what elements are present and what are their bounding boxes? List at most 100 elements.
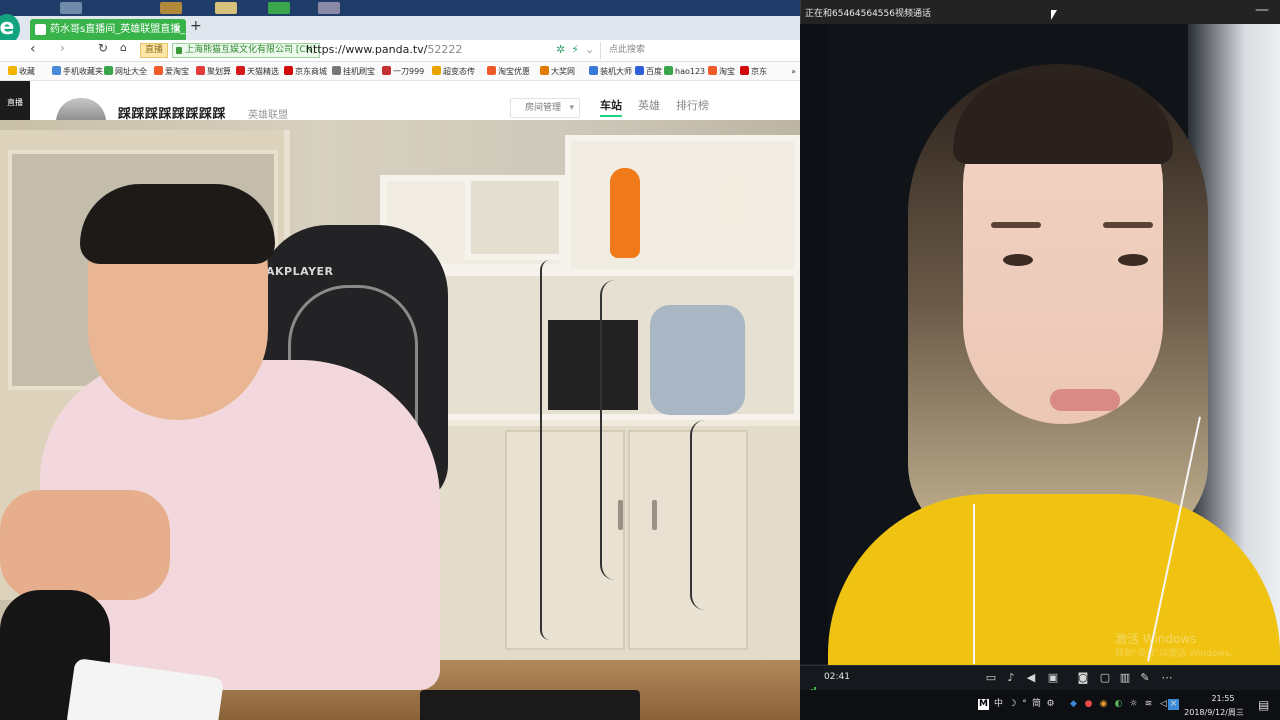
- toy-figure: [610, 168, 640, 258]
- bookmark-item[interactable]: 手机收藏夹: [52, 62, 103, 80]
- ime-punct-icon[interactable]: °: [1019, 699, 1030, 710]
- bookmark-icon: [8, 66, 17, 75]
- ime-chinese-icon[interactable]: 中: [993, 699, 1004, 710]
- minimize-button[interactable]: —: [1255, 2, 1269, 18]
- tray-app-icon[interactable]: ◆: [1068, 699, 1079, 710]
- lightning-icon[interactable]: ⚡: [571, 43, 579, 56]
- stream-video[interactable]: AKPLAYER: [0, 120, 800, 720]
- bookmark-icon: [432, 66, 441, 75]
- dropdown-icon[interactable]: ⌄: [585, 43, 594, 56]
- forward-button[interactable]: ›: [60, 41, 65, 55]
- ime-simplified-icon[interactable]: 简: [1031, 699, 1042, 710]
- tray-app-icon[interactable]: ◉: [1098, 699, 1109, 710]
- call-controls: 02:41 ▭ ♪ ◀ ▣ ◙ ▢ ▥ ✎ ⋯: [800, 665, 1280, 694]
- bookmark-icon: [487, 66, 496, 75]
- bookmark-icon: [104, 66, 113, 75]
- ime-m-icon[interactable]: M: [978, 699, 989, 710]
- bookmark-item[interactable]: 淘宝: [708, 62, 735, 80]
- room-manage-dropdown[interactable]: 房间管理: [510, 98, 580, 118]
- bookmark-item[interactable]: hao123: [664, 62, 705, 80]
- microphone-icon[interactable]: ♪: [1004, 671, 1018, 684]
- close-tab-icon[interactable]: ×: [172, 19, 182, 40]
- eye: [1118, 254, 1148, 266]
- bookmark-item[interactable]: 淘宝优惠: [487, 62, 530, 80]
- bookmark-item[interactable]: 百度: [635, 62, 662, 80]
- tab-ranking[interactable]: 排行榜: [676, 97, 709, 113]
- layout-icon[interactable]: ▥: [1118, 671, 1132, 684]
- avatar[interactable]: [56, 98, 106, 122]
- bookmark-label: 一刀999: [393, 67, 425, 76]
- ime-moon-icon[interactable]: ☽: [1007, 699, 1018, 710]
- call-titlebar[interactable]: 正在和65464564556视频通话 —: [800, 0, 1280, 24]
- remote-video[interactable]: 激活 Windows 转到"设置"以激活 Windows。: [828, 24, 1280, 665]
- bookmark-label: 京东: [751, 67, 767, 76]
- bookmark-label: 天猫精选: [247, 67, 279, 76]
- tab-title: 药水哥s直播间_英雄联盟直播_le: [50, 24, 186, 35]
- tab-heroes[interactable]: 英雄: [638, 97, 660, 113]
- bookmark-item[interactable]: 超变态传: [432, 62, 475, 80]
- bookmark-item[interactable]: 一刀999: [382, 62, 425, 80]
- bookmark-item[interactable]: 爱淘宝: [154, 62, 189, 80]
- bookmark-item[interactable]: 天猫精选: [236, 62, 279, 80]
- call-duration: 02:41: [824, 672, 850, 682]
- bookmarks-more-button[interactable]: »: [791, 62, 796, 80]
- edit-icon[interactable]: ✎: [1138, 671, 1152, 684]
- certificate-label[interactable]: 上海熊猫互娱文化有限公司 [CN]: [172, 43, 320, 58]
- desktop-screen: 药水哥s直播间_英雄联盟直播_le × + e ‹ › ↻ ⌂ 直播 上海熊猫互…: [0, 0, 1280, 720]
- app-icon[interactable]: [318, 2, 340, 14]
- bookmark-label: 超变态传: [443, 67, 475, 76]
- tab-station[interactable]: 车站: [600, 97, 622, 117]
- app-icon[interactable]: [160, 2, 182, 14]
- more-icon[interactable]: ⋯: [1160, 671, 1174, 684]
- panda-logo[interactable]: 直播: [0, 81, 30, 120]
- bookmark-item[interactable]: 装机大师: [589, 62, 632, 80]
- speedup-icon[interactable]: ✲: [556, 43, 565, 56]
- bookmark-item[interactable]: 京东: [740, 62, 767, 80]
- bookmark-item[interactable]: 大奖网: [540, 62, 575, 80]
- speaker-icon[interactable]: ◀: [1024, 671, 1038, 684]
- url-field[interactable]: https://www.panda.tv/52222: [306, 43, 462, 56]
- app-icon[interactable]: [60, 2, 82, 14]
- new-tab-button[interactable]: +: [190, 18, 202, 34]
- bookmark-item[interactable]: 京东商城: [284, 62, 327, 80]
- camera-icon[interactable]: ▣: [1046, 671, 1060, 684]
- app-icon[interactable]: [268, 2, 290, 14]
- panda-favicon-icon: [35, 24, 46, 35]
- app-icon[interactable]: [215, 2, 237, 14]
- search-input[interactable]: 点此搜索: [600, 42, 796, 59]
- home-icon[interactable]: ⌂: [120, 41, 127, 54]
- tab-active[interactable]: 药水哥s直播间_英雄联盟直播_le ×: [30, 19, 186, 40]
- room-category[interactable]: 英雄联盟: [248, 106, 288, 121]
- snapshot-icon[interactable]: ◙: [1076, 671, 1090, 684]
- bookmark-item[interactable]: 网址大全: [104, 62, 147, 80]
- chat-icon[interactable]: ▭: [984, 671, 998, 684]
- notification-icon[interactable]: ▤: [1258, 698, 1269, 712]
- tray-app-icon[interactable]: ◐: [1113, 699, 1124, 710]
- clock-date[interactable]: 2018/9/12/周三: [1178, 707, 1250, 718]
- video-call-window: 正在和65464564556视频通话 — 激活 Windows 转到"设置"以激…: [800, 0, 1280, 720]
- record-icon[interactable]: ▢: [1098, 671, 1112, 684]
- activate-windows-watermark: 激活 Windows: [1115, 632, 1197, 646]
- back-button[interactable]: ‹: [30, 41, 36, 57]
- bookmark-item[interactable]: 收藏: [8, 62, 35, 80]
- person-hair: [80, 184, 275, 264]
- call-left-strip: [800, 24, 828, 664]
- tab-bar: 药水哥s直播间_英雄联盟直播_le × +: [0, 16, 800, 40]
- wifi-icon[interactable]: ≋: [1143, 699, 1154, 710]
- address-actions: ✲ ⚡ ⌄: [556, 43, 600, 56]
- browser-window: 药水哥s直播间_英雄联盟直播_le × + e ‹ › ↻ ⌂ 直播 上海熊猫互…: [0, 0, 800, 720]
- ime-settings-icon[interactable]: ⚙: [1045, 699, 1056, 710]
- chair-brand: AKPLAYER: [266, 265, 334, 278]
- tray-app-icon[interactable]: ●: [1083, 699, 1094, 710]
- bookmark-item[interactable]: 聚划算: [196, 62, 231, 80]
- address-bar-row: ‹ › ↻ ⌂ 直播 上海熊猫互娱文化有限公司 [CN] https://www…: [0, 40, 800, 62]
- tray-app-icon[interactable]: ☼: [1128, 699, 1139, 710]
- refresh-button[interactable]: ↻: [98, 41, 108, 55]
- clock-time[interactable]: 21:55: [1198, 694, 1248, 703]
- person-arm: [0, 490, 170, 600]
- bookmarks-bar: » 收藏 手机收藏夹 网址大全 爱淘宝 聚划算 天猫精选 京东商城 挂机刷宝 一刀999 超变态传…: [0, 62, 800, 81]
- bookmark-icon: [236, 66, 245, 75]
- logo-text: 直播: [7, 98, 23, 107]
- bookmark-item[interactable]: 挂机刷宝: [332, 62, 375, 80]
- bookmark-icon: [284, 66, 293, 75]
